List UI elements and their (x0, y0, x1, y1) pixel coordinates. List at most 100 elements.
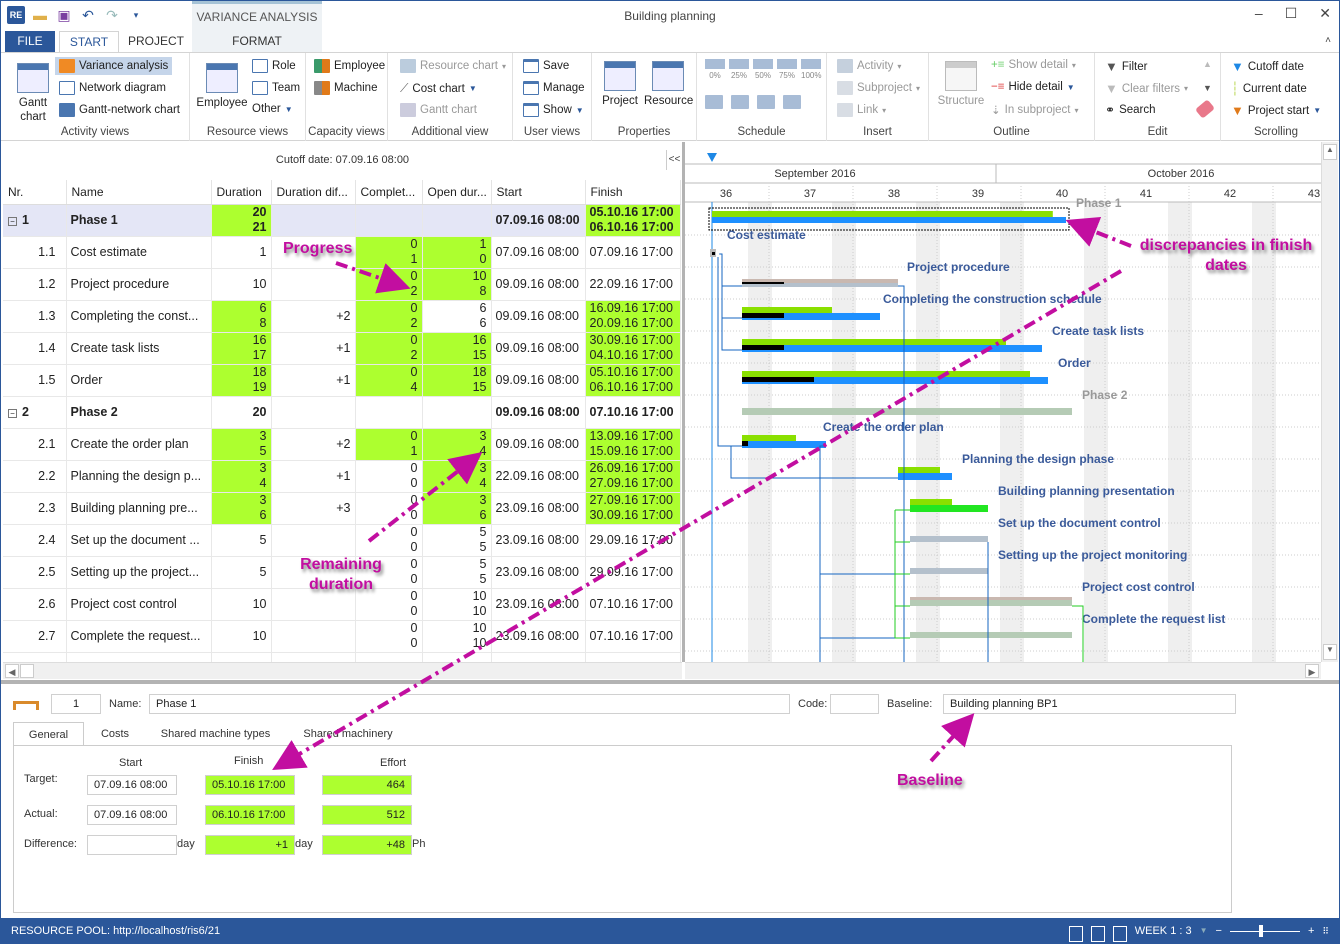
cell-duration[interactable]: 18 19 (211, 364, 272, 397)
cell-name[interactable]: Create the order plan (66, 428, 212, 461)
cell-start[interactable]: 23.09.16 08:00 (491, 492, 586, 525)
percent-complete-4-button[interactable]: 100% (801, 59, 821, 80)
cell-finish[interactable]: 26.09.16 17:00 27.09.16 17:00 (585, 460, 681, 493)
table-row-phase[interactable]: −2 Phase 2 20 09.09.16 08:00 07.10.16 17:00 (3, 396, 681, 429)
column-header-finish[interactable]: Finish (585, 180, 681, 205)
cell-finish[interactable]: 07.10.16 17:00 (585, 396, 681, 429)
cell-open-duration[interactable] (422, 396, 492, 429)
percent-complete-2-button[interactable]: 50% (753, 59, 773, 80)
cell-open-duration[interactable]: 34 (422, 460, 492, 493)
target-effort-field[interactable]: 464 (322, 775, 412, 795)
name-field[interactable]: Phase 1 (149, 694, 790, 714)
current-date-button[interactable]: ┆ Current date (1231, 81, 1307, 97)
maximize-button[interactable]: ☐ (1285, 5, 1298, 22)
cell-duration[interactable]: 68 (211, 300, 272, 333)
cell-duration[interactable]: 10 (211, 268, 272, 301)
capacity-employee-button[interactable]: Employee (314, 59, 385, 73)
table-row[interactable]: 1.2 Project procedure 10 0 2 10 8 09.09.16 08:0… (3, 268, 681, 301)
table-row[interactable]: 2.2 Planning the design p... 3 4 +1 0 0 3 4 22.09… (3, 460, 681, 493)
collapse-toggle-icon[interactable]: − (8, 409, 17, 418)
cell-name[interactable]: Planning the design p... (66, 460, 212, 493)
cell-complete[interactable]: 04 (355, 364, 423, 397)
cell-duration[interactable]: 1 (211, 236, 272, 269)
close-button[interactable]: ✕ (1319, 5, 1331, 22)
variance-analysis-button[interactable]: Variance analysis (55, 57, 173, 75)
join-icon[interactable] (757, 95, 775, 109)
project-start-button[interactable]: ▼ Project start ▼ (1231, 103, 1321, 118)
cell-finish[interactable]: 22.09.16 17:00 (585, 268, 681, 301)
hide-detail-button[interactable]: −≡ Hide detail ▼ (991, 81, 1075, 93)
insert-activity-button[interactable]: Activity ▾ (837, 59, 901, 73)
cutoff-date-button[interactable]: ▼ Cutoff date (1231, 59, 1304, 74)
table-row[interactable]: 2.7 Complete the request... 10 0 0 10 10 23.09.… (3, 620, 681, 653)
structure-button[interactable]: Structure (935, 61, 987, 108)
tab-format[interactable]: FORMAT (192, 31, 322, 52)
column-header-name[interactable]: Name (66, 180, 212, 205)
zoom-slider-thumb[interactable] (1259, 924, 1264, 937)
cell-open-duration[interactable]: 10 10 (422, 588, 492, 621)
cell-complete[interactable]: 02 (355, 268, 423, 301)
tab-general[interactable]: General (13, 722, 84, 746)
cell-start[interactable]: 22.09.16 08:00 (491, 460, 586, 493)
cell-open-duration[interactable]: 10 10 (422, 620, 492, 653)
column-header-start[interactable]: Start (491, 180, 586, 205)
actual-effort-field[interactable]: 512 (322, 805, 412, 825)
team-button[interactable]: Team (252, 81, 300, 95)
target-start-field[interactable]: 07.09.16 08:00 (87, 775, 177, 795)
gantt-horizontal-scrollbar[interactable]: ▶ (685, 662, 1321, 679)
column-header-nr[interactable]: Nr. (3, 180, 67, 205)
reschedule-icon[interactable] (783, 95, 801, 109)
table-row[interactable]: 2.1 Create the order plan 3 5 +2 0 1 3 4 09.09.16… (3, 428, 681, 461)
cell-finish[interactable]: 07.10.16 17:00 (585, 588, 681, 621)
cell-name[interactable]: Building planning pre... (66, 492, 212, 525)
cell-duration[interactable]: 35 (211, 428, 272, 461)
cell-name[interactable]: Order (66, 364, 212, 397)
collapse-toggle-icon[interactable]: − (8, 217, 17, 226)
cell-duration[interactable]: 10 (211, 620, 272, 653)
difference-effort-field[interactable]: +48 (322, 835, 412, 855)
cell-complete[interactable] (355, 396, 423, 429)
code-field[interactable] (830, 694, 879, 714)
network-diagram-button[interactable]: Network diagram (59, 81, 166, 95)
table-row[interactable]: 1.5 Order 18 19 +1 0 4 18 15 09.09.16 08:00 05.10.… (3, 364, 681, 397)
cell-complete[interactable]: 00 (355, 524, 423, 557)
table-row[interactable]: 2.4 Set up the document ... 5 0 0 5 5 23.09.16 … (3, 524, 681, 557)
cell-complete[interactable]: 02 (355, 300, 423, 333)
cell-complete[interactable]: 01 (355, 428, 423, 461)
manage-views-button[interactable]: Manage (523, 81, 585, 95)
insert-link-button[interactable]: Link ▾ (837, 103, 886, 117)
difference-finish-field[interactable]: +1 (205, 835, 295, 855)
cell-name[interactable]: Setting up the project... (66, 556, 212, 589)
cell-open-duration[interactable]: 55 (422, 556, 492, 589)
cell-finish[interactable]: 13.09.16 17:00 15.09.16 17:00 (585, 428, 681, 461)
minimize-button[interactable]: ‒ (1255, 5, 1263, 22)
gantt-chart-button[interactable]: Gantt chart (11, 63, 55, 124)
clear-filters-button[interactable]: ▼ Clear filters ▾ (1105, 81, 1188, 96)
cell-complete[interactable]: 01 (355, 236, 423, 269)
cell-duration[interactable]: 5 (211, 556, 272, 589)
percent-complete-0-button[interactable]: 0% (705, 59, 725, 80)
scroll-up-icon[interactable]: ▲ (1203, 59, 1212, 69)
zoom-slider[interactable] (1229, 924, 1300, 937)
project-properties-button[interactable]: Project (598, 61, 642, 108)
cell-name[interactable]: Create task lists (66, 332, 212, 365)
cell-start[interactable]: 23.09.16 08:00 (491, 524, 586, 557)
cell-duration[interactable]: 16 17 (211, 332, 272, 365)
cell-complete[interactable]: 00 (355, 492, 423, 525)
table-horizontal-scrollbar[interactable]: ◀ (3, 662, 682, 679)
target-finish-field[interactable]: 05.10.16 17:00 (205, 775, 295, 795)
cell-name[interactable]: Complete the request... (66, 620, 212, 653)
actual-start-field[interactable]: 07.09.16 08:00 (87, 805, 177, 825)
scroll-left-arrow[interactable]: ◀ (5, 664, 19, 678)
timescale-label[interactable]: WEEK 1 : 3 (1135, 918, 1192, 944)
cell-duration[interactable]: 34 (211, 460, 272, 493)
column-header-open-duration[interactable]: Open dur... (422, 180, 492, 205)
collapse-ribbon-button[interactable]: ˄ (1325, 35, 1331, 46)
save-view-button[interactable]: Save (523, 59, 569, 73)
cell-open-duration[interactable]: 18 15 (422, 364, 492, 397)
cell-start[interactable]: 09.09.16 08:00 (491, 364, 586, 397)
cost-chart-button[interactable]: ⟋ Cost chart ▼ (400, 81, 477, 96)
cell-open-duration[interactable]: 10 8 (422, 268, 492, 301)
in-subproject-button[interactable]: ⇣ In subproject ▾ (991, 103, 1079, 117)
cell-finish[interactable]: 07.09.16 17:00 (585, 236, 681, 269)
